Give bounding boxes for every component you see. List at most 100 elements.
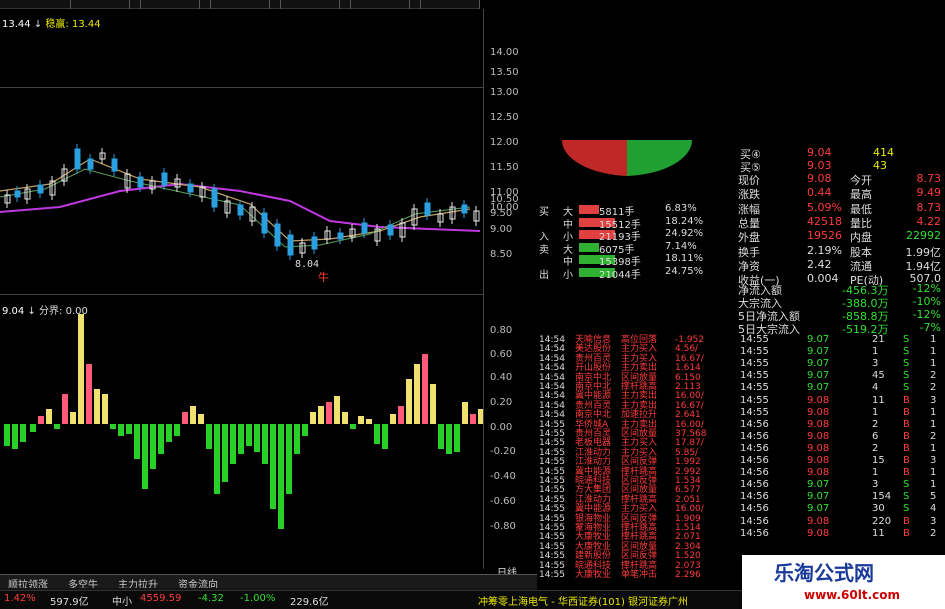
toolbar-button[interactable]: [350, 0, 410, 9]
tick-volume: 220: [872, 515, 892, 527]
fund-size: 小: [563, 269, 573, 281]
tick-time: 14:55: [740, 370, 769, 382]
news-value: 2.641: [675, 410, 701, 421]
tick-price: 9.08: [807, 527, 830, 539]
news-action: 主力买入: [621, 504, 658, 515]
flow-pct: -7%: [919, 321, 941, 334]
status-a: 1.42%: [4, 593, 36, 604]
tick-direction: S: [903, 503, 910, 515]
quote-value: 4.22: [916, 214, 942, 228]
tick-direction: S: [903, 346, 910, 358]
quote-value: 9.08: [807, 172, 832, 185]
price-tick-label: 9.50: [490, 208, 513, 219]
tick-direction: S: [903, 370, 910, 382]
tick-time: 14:56: [740, 491, 769, 503]
tick-count: 2: [930, 382, 937, 394]
axis-labels: 14.00 13.50 13.00 12.50 12.00 11.50 11.00 10.50…: [0, 9, 537, 569]
fund-flow-pie: [562, 140, 692, 176]
orderbook-volume: 414: [873, 146, 894, 159]
tick-direction: S: [903, 491, 910, 503]
fund-pct: 24.92%: [665, 228, 704, 239]
tick-direction: B: [903, 527, 910, 539]
tick-count: 1: [930, 479, 937, 491]
quote-value: 8.73: [916, 200, 942, 214]
tick-count: 1: [930, 467, 937, 479]
toolbar-button[interactable]: [280, 0, 340, 9]
tick-price: 9.07: [807, 334, 830, 345]
tick-volume: 1: [872, 346, 879, 358]
tick-count: 3: [930, 394, 937, 406]
tick-time: 14:55: [740, 406, 769, 418]
news-stock[interactable]: 开山股份: [575, 364, 611, 373]
tick-direction: B: [903, 442, 910, 454]
fund-pct: 7.14%: [665, 240, 697, 252]
news-ticker[interactable]: 冲筹零上海电气 - 华西证券(101) 银河证券广州: [478, 593, 688, 608]
fund-volume: 21044手: [599, 269, 641, 281]
watermark-title: 乐淘公式网: [774, 561, 874, 585]
quote-panel: 买④ 9.04 414 买⑤ 9.03 43 现价 9.08 今开 8.73 涨跌 0.44 最高 9.4…: [537, 0, 945, 609]
price-tick-label: 13.00: [490, 87, 519, 98]
tick-volume: 1: [872, 406, 879, 418]
tick-count: 1: [930, 346, 937, 358]
toolbar-button[interactable]: [140, 0, 200, 9]
tick-volume: 21: [872, 334, 885, 345]
news-stock[interactable]: 江淮动力: [575, 458, 611, 467]
tick-count: 3: [930, 455, 937, 466]
tick-volume: 6: [872, 430, 879, 442]
osc-tick-label: 0.00: [490, 422, 513, 433]
osc-tick-label: 0.60: [490, 349, 513, 360]
tick-direction: B: [903, 394, 910, 406]
status-f: -1.00%: [240, 593, 276, 604]
tick-direction: B: [903, 467, 910, 479]
quote-value: 22992: [906, 229, 941, 243]
tick-time: 14:56: [740, 479, 769, 491]
fund-pct: 24.75%: [665, 265, 704, 277]
fund-pct: 6.83%: [665, 203, 697, 214]
news-stock[interactable]: 冀中能源: [575, 505, 611, 514]
pie-slice-in: [562, 140, 627, 176]
flow-pct: -10%: [912, 295, 941, 308]
fund-side: 买: [539, 207, 549, 218]
toolbar-button[interactable]: [420, 0, 480, 9]
tick-volume: 30: [872, 503, 885, 515]
osc-tick-label: -0.60: [490, 496, 516, 507]
quote-value: 5.09%: [807, 200, 842, 214]
tick-direction: B: [903, 430, 910, 442]
tick-time: 14:55: [740, 334, 769, 345]
fund-side: 出: [539, 269, 549, 281]
tick-time: 14:56: [740, 503, 769, 515]
news-stock[interactable]: 大康牧业: [575, 571, 611, 580]
toolbar-button[interactable]: [70, 0, 130, 9]
price-tick-label: 12.00: [490, 137, 519, 148]
news-value: 1.520: [675, 551, 701, 562]
tick-time: 14:56: [740, 430, 769, 442]
tick-price: 9.08: [807, 418, 830, 430]
news-action: 区间反弹: [621, 551, 658, 562]
news-stock[interactable]: 建新股份: [575, 552, 611, 561]
fund-bar: [579, 242, 599, 252]
price-tick-label: 12.50: [490, 112, 519, 123]
tick-direction: B: [903, 418, 910, 430]
flow-pct: -12%: [912, 282, 941, 295]
tick-price: 9.07: [807, 382, 830, 394]
tick-count: 5: [930, 491, 937, 503]
tick-price: 9.07: [807, 503, 830, 515]
price-tick-label: 8.50: [490, 249, 513, 260]
news-time: 14:55: [539, 457, 565, 468]
tick-price: 9.08: [807, 515, 830, 527]
price-tick-label: 13.50: [490, 67, 519, 78]
orderbook-price: 9.04: [807, 146, 832, 159]
news-time: 14:54: [539, 410, 565, 421]
tick-price: 9.08: [807, 394, 830, 406]
tick-volume: 45: [872, 370, 885, 382]
status-c: 中小: [112, 597, 132, 608]
toolbar-button[interactable]: [210, 0, 270, 9]
orderbook-price: 9.03: [807, 159, 832, 172]
quote-value: 19526: [807, 229, 842, 243]
news-time: 14:54: [539, 363, 565, 374]
tick-price: 9.08: [807, 406, 830, 418]
osc-tick-label: 0.40: [490, 372, 513, 383]
price-tick-label: 9.00: [490, 224, 513, 235]
news-stock[interactable]: 南京中北: [575, 411, 611, 420]
tick-volume: 1: [872, 467, 879, 479]
